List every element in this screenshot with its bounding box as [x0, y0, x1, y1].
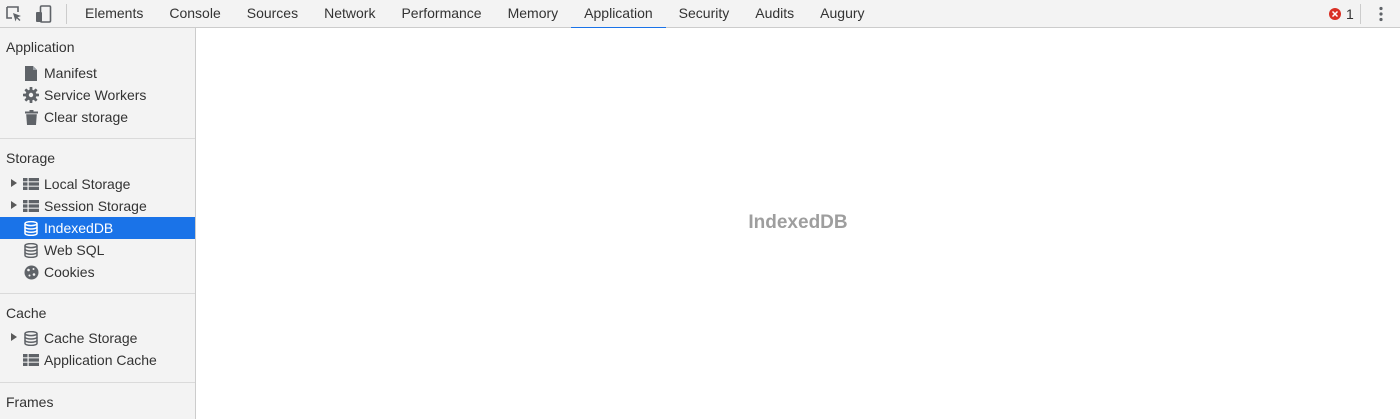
section-divider [0, 382, 195, 383]
expand-arrow-icon[interactable] [11, 201, 17, 209]
tab-security[interactable]: Security [666, 0, 743, 28]
toolbar-divider [66, 4, 67, 24]
customize-menu-button[interactable] [1371, 4, 1391, 24]
database-icon [23, 220, 39, 236]
error-count: 1 [1346, 6, 1354, 22]
cookie-icon [23, 264, 39, 280]
section-title-cache: Cache [6, 305, 47, 321]
tab-audits[interactable]: Audits [742, 0, 807, 28]
section-divider [0, 293, 195, 294]
placeholder-title: IndexedDB [748, 212, 848, 233]
grid-icon [23, 198, 39, 214]
tab-augury[interactable]: Augury [807, 0, 877, 28]
main-toolbar: Elements Console Sources Network Perform… [0, 0, 1400, 29]
grid-icon [23, 176, 39, 192]
device-toolbar-button[interactable] [34, 4, 54, 24]
sidebar-item-application-cache[interactable]: Application Cache [0, 349, 195, 371]
devtools-window: Elements Console Sources Network Perform… [0, 0, 1400, 419]
sidebar-item-local-storage[interactable]: Local Storage [0, 173, 195, 195]
sidebar-item-label: IndexedDB [44, 220, 114, 236]
indexeddb-view: IndexedDB [196, 28, 1400, 419]
sidebar-item-manifest[interactable]: Manifest [0, 62, 195, 84]
error-counter-button[interactable]: 1 [1329, 5, 1354, 23]
section-title-application: Application [6, 39, 75, 55]
sidebar-item-label: Cookies [44, 264, 95, 280]
inspect-element-icon [6, 6, 21, 22]
grid-icon [23, 352, 39, 368]
device-toolbar-icon [36, 5, 52, 23]
sidebar-item-label: Cache Storage [44, 330, 138, 346]
sidebar-item-label: Application Cache [44, 352, 157, 368]
tab-elements[interactable]: Elements [72, 0, 156, 28]
sidebar-item-session-storage[interactable]: Session Storage [0, 195, 195, 217]
section-title-storage: Storage [6, 150, 56, 166]
expand-arrow-icon[interactable] [11, 333, 17, 341]
tab-memory[interactable]: Memory [495, 0, 572, 28]
vertical-dots-icon [1379, 6, 1383, 22]
trash-icon [23, 109, 39, 125]
expand-arrow-icon[interactable] [11, 179, 17, 187]
panel-tabs: Elements Console Sources Network Perform… [72, 0, 878, 29]
sidebar-item-indexeddb[interactable]: IndexedDB [0, 217, 195, 239]
sidebar-item-service-workers[interactable]: Service Workers [0, 84, 195, 106]
gear-icon [23, 87, 39, 103]
error-icon [1329, 8, 1341, 20]
tab-network[interactable]: Network [311, 0, 388, 28]
sidebar-item-label: Web SQL [44, 242, 105, 258]
section-divider [0, 138, 195, 139]
tab-application[interactable]: Application [571, 0, 666, 29]
sidebar-item-clear-storage[interactable]: Clear storage [0, 106, 195, 128]
tab-console[interactable]: Console [156, 0, 233, 28]
sidebar-item-label: Session Storage [44, 198, 147, 214]
database-icon [23, 330, 39, 346]
inspect-element-button[interactable] [4, 4, 24, 24]
section-title-frames: Frames [6, 394, 54, 410]
toolbar-divider [1360, 4, 1361, 24]
sidebar-item-cookies[interactable]: Cookies [0, 261, 195, 283]
application-sidebar: Application Manifest Service Workers Cle… [0, 28, 196, 419]
sidebar-item-cache-storage[interactable]: Cache Storage [0, 327, 195, 349]
tab-performance[interactable]: Performance [388, 0, 494, 28]
sidebar-item-label: Clear storage [44, 109, 129, 125]
sidebar-item-label: Manifest [44, 65, 97, 81]
sidebar-item-label: Service Workers [44, 87, 147, 103]
sidebar-item-web-sql[interactable]: Web SQL [0, 239, 195, 261]
sidebar-item-label: Local Storage [44, 176, 131, 192]
tab-sources[interactable]: Sources [234, 0, 311, 28]
document-icon [23, 65, 39, 81]
database-icon [23, 242, 39, 258]
